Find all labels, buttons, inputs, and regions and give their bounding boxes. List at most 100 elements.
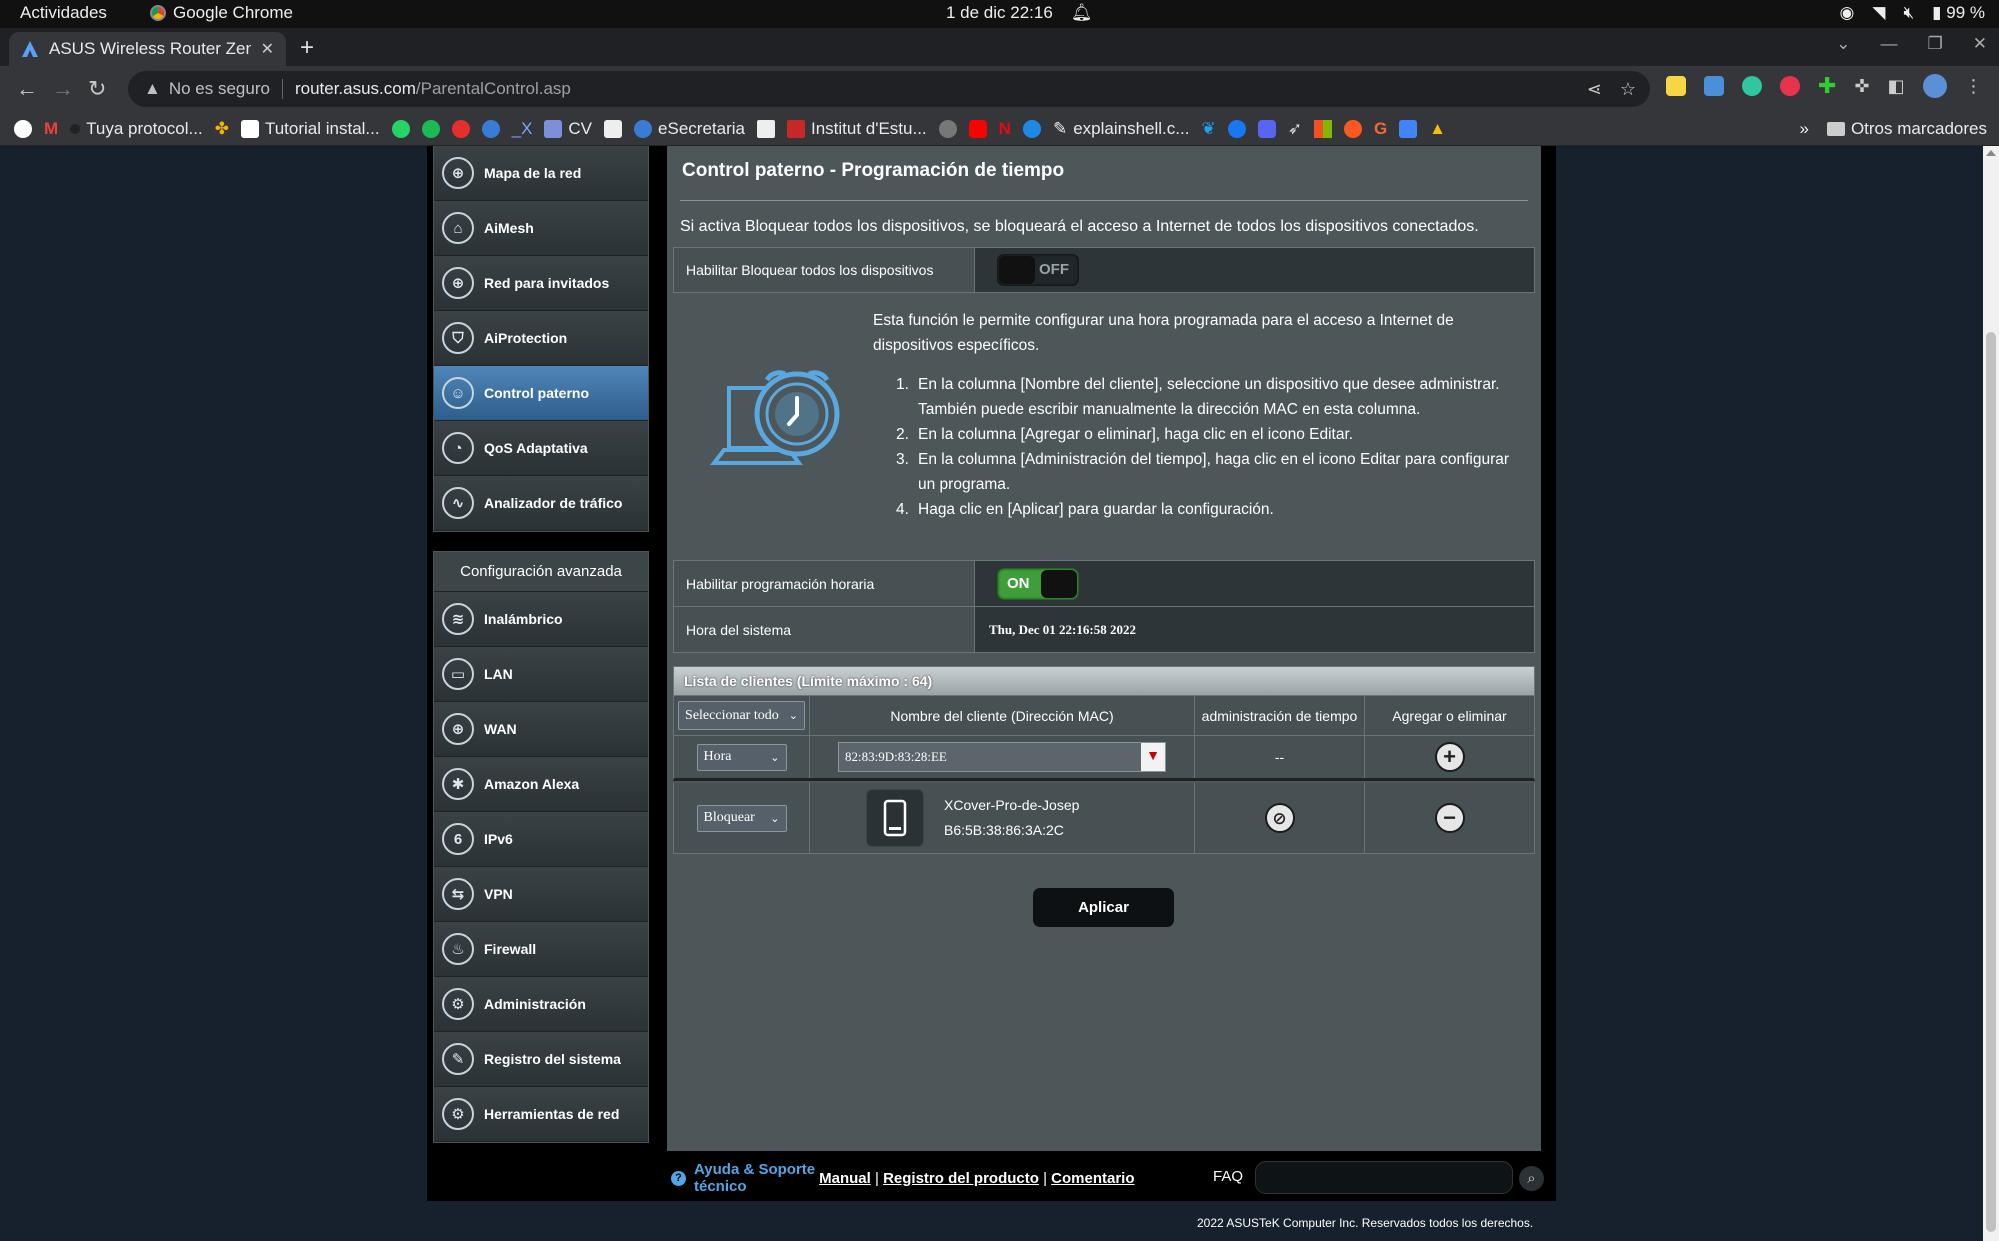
close-window-icon[interactable]: ✕ <box>1973 34 1987 54</box>
sidebar-item-guest-network[interactable]: ⊕ Red para invitados <box>434 256 648 311</box>
add-client-icon[interactable]: + <box>1434 742 1465 772</box>
product-registration-link[interactable]: Registro del producto <box>883 1170 1039 1187</box>
google-bookmark-icon[interactable] <box>14 119 32 138</box>
download-extension-icon[interactable] <box>1704 76 1724 96</box>
sidebar-item-qos-gauge[interactable]: ◔ QoS Adaptativa <box>434 421 648 476</box>
gmail-bookmark-icon[interactable]: M <box>44 119 58 139</box>
sidebar-item-aimesh[interactable]: ⌂ AiMesh <box>434 201 648 256</box>
new-tab-icon[interactable]: + <box>300 34 314 62</box>
search-icon[interactable]: ⌕ <box>1519 1166 1544 1191</box>
sidebar-item-label: Amazon Alexa <box>484 776 580 792</box>
system-tray[interactable]: ◉ ◥ 🔇︎ ▮ 99 % <box>1840 3 1985 23</box>
address-bar[interactable]: ▲ No es seguro router.asus.com/ParentalC… <box>128 71 1650 107</box>
edit-schedule-icon[interactable]: ⊘ <box>1264 803 1295 833</box>
bookmark-label: Tuya protocol... <box>86 118 203 138</box>
os-top-bar: Actividades Google Chrome 1 de dic 22:16… <box>0 0 1999 28</box>
y-bookmark-icon[interactable] <box>756 119 775 138</box>
puzzle-icon[interactable]: ✜ <box>1854 76 1869 98</box>
bird-bookmark-icon[interactable]: ➶ <box>1288 119 1302 139</box>
facebook-bookmark-icon[interactable] <box>1227 119 1246 138</box>
orange-bookmark-icon[interactable] <box>1343 119 1362 138</box>
side-panel-icon[interactable]: ◧ <box>1888 76 1905 98</box>
netflix-bookmark-icon[interactable]: N <box>999 119 1011 139</box>
client-mode-dropdown[interactable]: Bloquear ⌄ <box>696 804 787 832</box>
share-icon[interactable]: ⋖ <box>1587 79 1602 100</box>
maximize-icon[interactable]: ❐ <box>1928 34 1943 54</box>
client-list-dropdown-icon[interactable]: ▼ <box>1141 743 1165 771</box>
apply-button[interactable]: Aplicar <box>1033 888 1174 927</box>
back-icon[interactable]: ← <box>16 76 38 102</box>
minimize-icon[interactable]: — <box>1881 34 1898 54</box>
chrome-menu-icon[interactable]: ⋮ <box>1965 76 1983 98</box>
bookmark-institut[interactable]: Institut d'Estu... <box>786 119 927 139</box>
whatsapp-bookmark-icon[interactable] <box>391 119 410 138</box>
clock[interactable]: 1 de dic 22:16 🔔︎ <box>946 3 1092 23</box>
browser-tab[interactable]: ASUS Wireless Router Zen ✕ <box>9 32 286 66</box>
help-support-link[interactable]: ? Ayuda & Soporte técnico <box>671 1161 815 1195</box>
manual-link[interactable]: Manual <box>819 1170 871 1187</box>
mac-address-input[interactable]: 82:83:9D:83:28:EE ▼ <box>838 742 1166 772</box>
comment-link[interactable]: Comentario <box>1051 1170 1134 1187</box>
more-bookmarks-button[interactable]: » <box>1799 119 1808 139</box>
sidebar-item-administration[interactable]: ⚙ Administración <box>434 977 648 1032</box>
doc-bookmark-icon[interactable] <box>604 119 623 138</box>
battery-percent: 99 % <box>1946 3 1985 22</box>
globe-bookmark-icon[interactable] <box>481 119 500 138</box>
bookmark-tuya[interactable]: Tuya protocol... <box>70 119 203 139</box>
pinwheel-bookmark-icon[interactable]: ✤ <box>215 119 229 139</box>
page-scrollbar[interactable] <box>1983 146 1999 1241</box>
spotify-bookmark-icon[interactable] <box>421 119 440 138</box>
bookmark-tutorial[interactable]: Tutorial instal... <box>240 119 380 139</box>
faq-search-input[interactable] <box>1255 1161 1513 1194</box>
red-extension-icon[interactable] <box>1780 76 1800 96</box>
microsoft-bookmark-icon[interactable] <box>1313 119 1332 138</box>
chevron-down-icon: ⌄ <box>788 709 798 722</box>
sidebar-item-system-log[interactable]: ✎ Registro del sistema <box>434 1032 648 1087</box>
grey-bookmark-icon[interactable] <box>938 119 957 138</box>
sidebar-item-vpn[interactable]: ⇆ VPN <box>434 867 648 922</box>
sidebar-item-wireless[interactable]: ≋ Inalámbrico <box>434 592 648 647</box>
forward-icon[interactable]: → <box>52 76 74 102</box>
profile-avatar[interactable] <box>1922 74 1947 98</box>
sidebar-item-firewall[interactable]: ♨ Firewall <box>434 922 648 977</box>
sidebar-item-shield-lock[interactable]: ⛉ AiProtection <box>434 311 648 366</box>
new-mode-dropdown[interactable]: Hora ⌄ <box>696 743 787 771</box>
scrollbar-thumb[interactable] <box>1986 332 1996 1232</box>
help-line-2: técnico <box>694 1178 747 1195</box>
bookmark-esecretaria[interactable]: eSecretaria <box>634 119 745 139</box>
tab-close-icon[interactable]: ✕ <box>261 39 274 59</box>
play-bookmark-icon[interactable] <box>1022 119 1041 138</box>
activities-button[interactable]: Actividades <box>20 3 107 23</box>
other-bookmarks-folder[interactable]: Otros marcadores <box>1826 119 1987 139</box>
red-m-bookmark-icon[interactable] <box>451 119 470 138</box>
grammarly-extension-icon[interactable] <box>1742 76 1762 96</box>
sidebar-item-traffic-analyzer[interactable]: ∿ Analizador de tráfico <box>434 476 648 531</box>
bookmark-x[interactable]: _X <box>512 119 533 139</box>
sidebar-item-alexa[interactable]: ✱ Amazon Alexa <box>434 757 648 812</box>
block-all-toggle[interactable]: OFF <box>997 254 1079 286</box>
sidebar-item-ipv6[interactable]: 6 IPv6 <box>434 812 648 867</box>
sidebar-item-wan-globe[interactable]: ⊕ WAN <box>434 702 648 757</box>
bookmark-explainshell[interactable]: ✎ explainshell.c... <box>1053 119 1189 139</box>
plus-extension-icon[interactable]: ✚ <box>1818 75 1836 98</box>
extension-icon[interactable] <box>1666 76 1686 96</box>
bookmark-cv[interactable]: CV <box>544 119 592 139</box>
scroll-up-icon[interactable] <box>1986 150 1996 156</box>
sidebar-item-parental-control[interactable]: ☺ Control paterno <box>434 366 648 421</box>
schedule-toggle[interactable]: ON <box>997 567 1079 600</box>
remove-client-icon[interactable]: − <box>1434 803 1465 833</box>
sidebar-item-lan[interactable]: ▭ LAN <box>434 647 648 702</box>
app-menu[interactable]: Google Chrome <box>150 3 293 23</box>
youtube-bookmark-icon[interactable] <box>968 119 987 138</box>
blue-bookmark-icon[interactable] <box>1257 119 1276 138</box>
select-all-dropdown[interactable]: Seleccionar todo ⌄ <box>678 701 805 730</box>
sidebar-item-network-tools[interactable]: ⚙ Herramientas de red <box>434 1087 648 1142</box>
reload-icon[interactable]: ↻ <box>88 76 106 102</box>
drive-bookmark-icon[interactable]: ▲ <box>1429 119 1446 139</box>
sidebar-item-network-map[interactable]: ⊕ Mapa de la red <box>434 146 648 201</box>
tab-search-icon[interactable]: ⌄ <box>1836 34 1850 54</box>
g-bookmark-icon[interactable]: G <box>1374 119 1387 139</box>
star-icon[interactable]: ☆ <box>1620 79 1636 100</box>
translate-bookmark-icon[interactable] <box>1399 119 1418 138</box>
twitter-bookmark-icon[interactable]: ❦ <box>1201 119 1215 139</box>
